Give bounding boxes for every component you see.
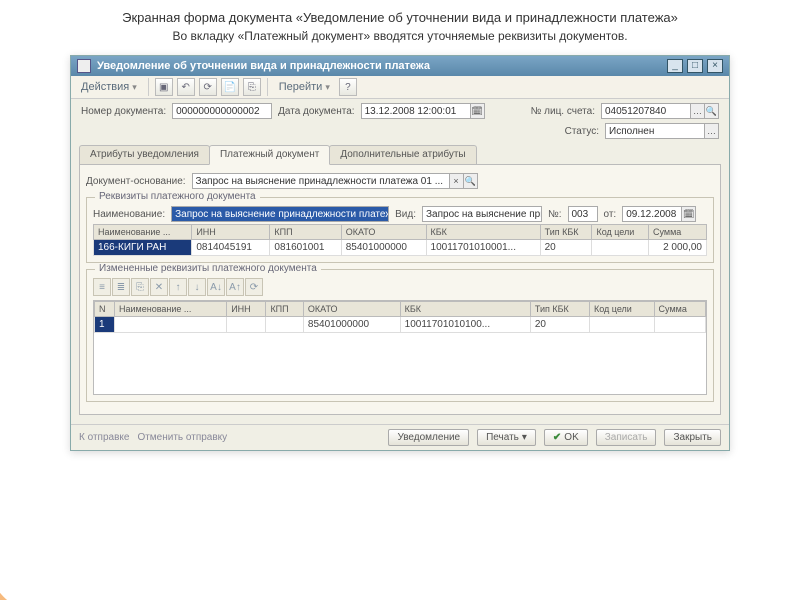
notify-button[interactable]: Уведомление [388,429,469,446]
grid1-col-2[interactable]: КПП [270,225,341,240]
status-lookup-button[interactable]: … [705,123,719,139]
grid2-col-8[interactable]: Сумма [654,302,705,317]
window-title: Уведомление об уточнении вида и принадле… [97,60,667,72]
grid2-moveup-button[interactable]: ↑ [169,278,187,296]
doc-date-picker-button[interactable]: 🗓 [471,103,485,119]
num-input[interactable]: 003 [568,206,598,222]
page-subtitle: Во вкладку «Платежный документ» вводятся… [0,27,800,55]
kind-input[interactable]: Запрос на выяснение при... [422,206,542,222]
from-date-input[interactable]: 09.12.2008 [622,206,682,222]
grid2-refresh-button[interactable]: ⟳ [245,278,263,296]
fieldset-requisites-legend: Реквизиты платежного документа [95,191,260,202]
status-label: Статус: [565,126,599,137]
close-form-button[interactable]: Закрыть [664,429,721,446]
grid2-col-4[interactable]: ОКАТО [303,302,400,317]
grid2-edit-button[interactable]: ≣ [112,278,130,296]
name-input[interactable]: Запрос на выяснение принадлежности плате… [171,206,389,222]
page-title: Экранная форма документа «Уведомление об… [0,0,800,27]
grid-requisites[interactable]: Наименование ... ИНН КПП ОКАТО КБК Тип К… [93,224,707,256]
grid2-add-button[interactable]: ≡ [93,278,111,296]
status-input[interactable]: Исполнен [605,123,705,139]
grid1-col-3[interactable]: ОКАТО [341,225,426,240]
grid1-col-7[interactable]: Сумма [649,225,707,240]
toolbar-icon-3[interactable]: ⟳ [199,78,217,96]
grid1-col-4[interactable]: КБК [426,225,540,240]
fieldset-changed-legend: Измененные реквизиты платежного документ… [95,263,321,274]
menubar: Действия▾ ▣ ↶ ⟳ 📄 ⎘ Перейти▾ ? [71,76,729,99]
from-date-picker-button[interactable]: 🗓 [682,206,696,222]
basis-input[interactable]: Запрос на выяснение принадлежности плате… [192,173,450,189]
grid1-row-0[interactable]: 166-КИГИ РАН 0814045191 081601001 854010… [94,240,707,256]
from-label: от: [604,209,617,220]
doc-number-input[interactable]: 000000000000002 [172,103,272,119]
header-row-2: Статус: Исполнен … [71,123,729,143]
tab-additional-attributes[interactable]: Дополнительные атрибуты [329,145,476,165]
doc-date-input[interactable]: 13.12.2008 12:00:01 [361,103,471,119]
fieldset-requisites: Реквизиты платежного документа Наименова… [86,197,714,263]
account-input[interactable]: 04051207840 [601,103,691,119]
doc-number-label: Номер документа: [81,106,166,117]
minimize-button[interactable]: _ [667,59,683,73]
close-button[interactable]: × [707,59,723,73]
menu-goto[interactable]: Перейти▾ [273,79,336,95]
grid2-delete-button[interactable]: ✕ [150,278,168,296]
tab-panel: Документ-основание: Запрос на выяснение … [79,164,721,415]
kind-label: Вид: [395,209,416,220]
grid2-col-7[interactable]: Код цели [589,302,654,317]
account-label: № лиц. счета: [531,106,595,117]
grid2-col-6[interactable]: Тип КБК [530,302,589,317]
grid2-col-1[interactable]: Наименование ... [115,302,227,317]
grid2-copy-button[interactable]: ⎘ [131,278,149,296]
cancel-send-link[interactable]: Отменить отправку [137,432,227,443]
grid2-col-3[interactable]: КПП [266,302,303,317]
basis-label: Документ-основание: [86,176,186,187]
basis-search-button[interactable]: 🔍 [464,173,478,189]
ok-button[interactable]: ✔OK [544,429,588,446]
menu-actions[interactable]: Действия▾ [75,79,143,95]
grid-changed[interactable]: N Наименование ... ИНН КПП ОКАТО КБК Тип… [94,301,706,333]
account-search-button[interactable]: 🔍 [705,103,719,119]
grid2-movedown-button[interactable]: ↓ [188,278,206,296]
name-label: Наименование: [93,209,165,220]
basis-clear-button[interactable]: × [450,173,464,189]
doc-date-label: Дата документа: [278,106,354,117]
grid2-sortdesc-button[interactable]: A↑ [226,278,244,296]
tab-payment-document[interactable]: Платежный документ [209,145,330,165]
header-row-1: Номер документа: 000000000000002 Дата до… [71,99,729,123]
grid1-col-0[interactable]: Наименование ... [94,225,192,240]
grid2-col-2[interactable]: ИНН [227,302,266,317]
fieldset-changed: Измененные реквизиты платежного документ… [86,269,714,402]
toolbar-help-icon[interactable]: ? [339,78,357,96]
account-lookup-button[interactable]: … [691,103,705,119]
toolbar-icon-1[interactable]: ▣ [155,78,173,96]
app-icon [77,59,91,73]
print-button[interactable]: Печать▾ [477,429,536,446]
titlebar: Уведомление об уточнении вида и принадле… [71,56,729,76]
toolbar-icon-5[interactable]: ⎘ [243,78,261,96]
save-button[interactable]: Записать [596,429,657,446]
grid2-scroll[interactable]: N Наименование ... ИНН КПП ОКАТО КБК Тип… [93,300,707,395]
bottombar: К отправке Отменить отправку Уведомление… [71,424,729,450]
grid1-col-5[interactable]: Тип КБК [540,225,592,240]
num-label: №: [548,209,562,220]
grid2-row-0[interactable]: 1 85401000000 10011701010100... 20 [95,317,706,333]
grid2-toolbar: ≡ ≣ ⎘ ✕ ↑ ↓ A↓ A↑ ⟳ [93,276,707,300]
app-window: Уведомление об уточнении вида и принадле… [70,55,730,451]
grid2-col-0[interactable]: N [95,302,115,317]
grid2-sortasc-button[interactable]: A↓ [207,278,225,296]
toolbar-icon-2[interactable]: ↶ [177,78,195,96]
grid1-col-1[interactable]: ИНН [192,225,270,240]
tablist: Атрибуты уведомления Платежный документ … [71,145,729,165]
send-link[interactable]: К отправке [79,432,129,443]
grid2-col-5[interactable]: КБК [400,302,530,317]
toolbar-icon-4[interactable]: 📄 [221,78,239,96]
grid1-col-6[interactable]: Код цели [592,225,649,240]
restore-button[interactable]: □ [687,59,703,73]
decorative-arc [0,490,90,600]
tab-attributes[interactable]: Атрибуты уведомления [79,145,210,165]
